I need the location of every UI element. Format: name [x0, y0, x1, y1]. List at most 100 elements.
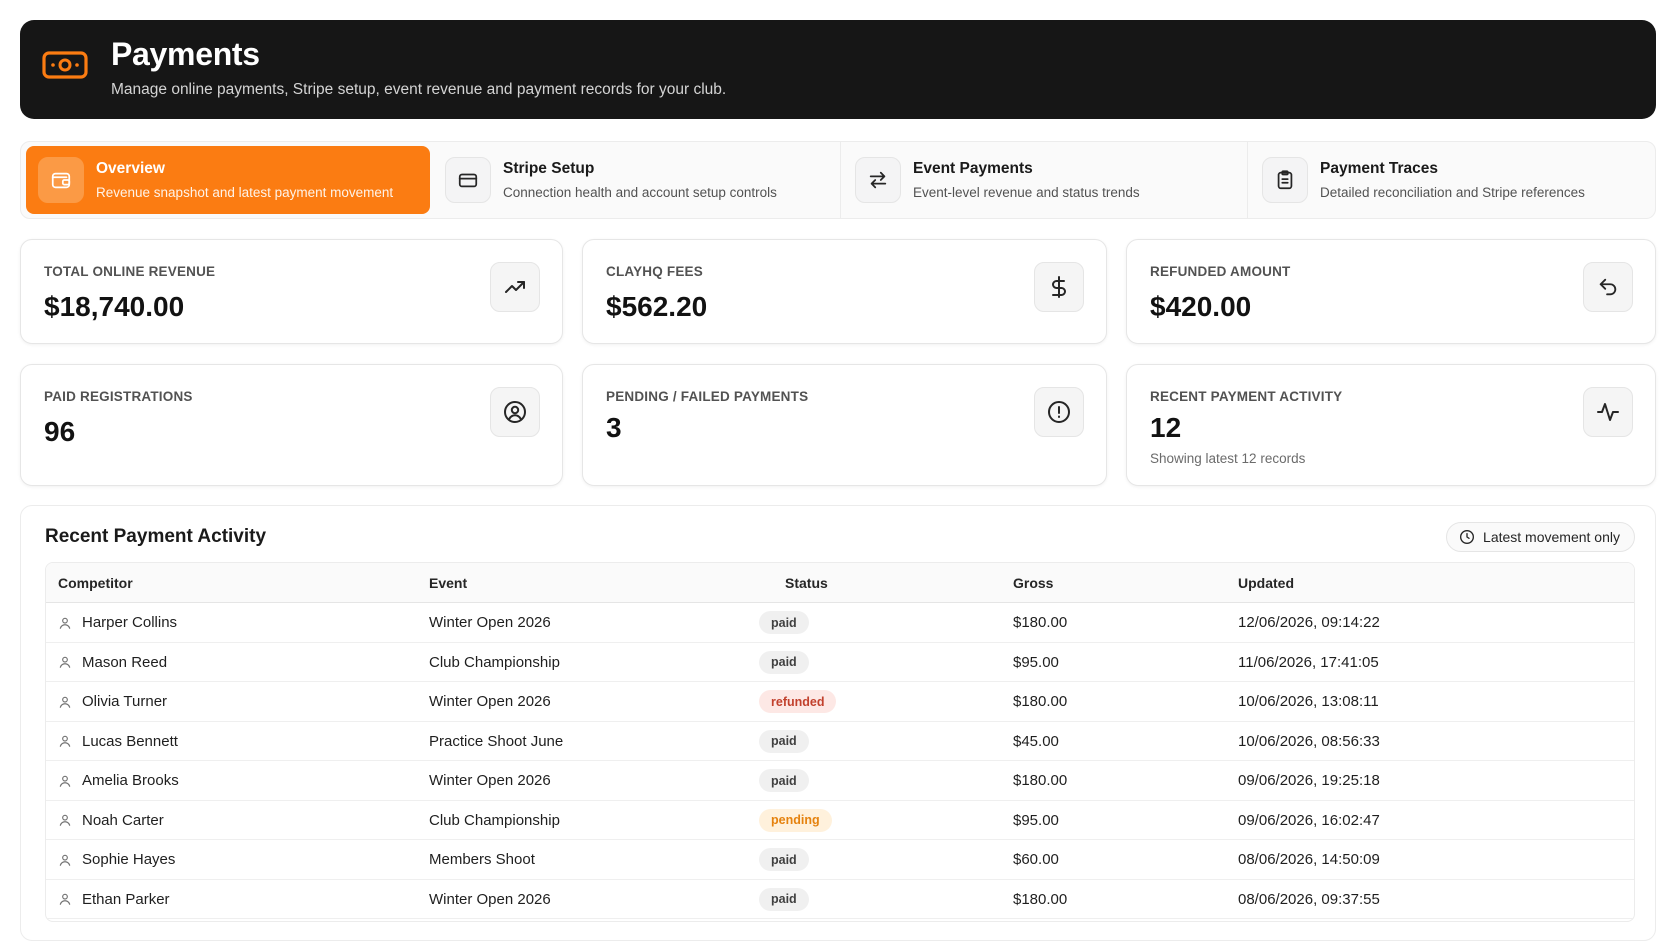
- person-icon: [58, 734, 72, 748]
- stat-card-clayhq-fees: CLAYHQ FEES $562.20: [582, 239, 1107, 344]
- table-row[interactable]: Mason Reed Club Championship paid $95.00 11/…: [46, 643, 1634, 682]
- status-badge: paid: [759, 887, 809, 911]
- column-header-status[interactable]: Status: [785, 575, 828, 591]
- stat-label: REFUNDED AMOUNT: [1150, 264, 1291, 279]
- updated-cell: 08/06/2026, 09:37:55: [1238, 890, 1380, 908]
- wallet-icon: [38, 157, 84, 203]
- gross-cell: $180.00: [1013, 614, 1068, 631]
- column-header-event[interactable]: Event: [429, 575, 467, 591]
- stat-card-refunded-amount: REFUNDED AMOUNT $420.00: [1126, 239, 1656, 344]
- competitor-name: Harper Collins: [82, 614, 178, 631]
- competitor-cell: Amelia Brooks: [58, 772, 179, 789]
- tab-stripe-setup[interactable]: Stripe Setup Connection health and accou…: [433, 146, 823, 214]
- stat-value: 96: [44, 416, 76, 447]
- updated-cell: 11/06/2026, 17:41:05: [1238, 653, 1379, 671]
- filter-label: Latest movement only: [1483, 529, 1620, 545]
- person-icon: [58, 853, 72, 867]
- table-row[interactable]: Lucas Bennett Practice Shoot June paid $45.…: [46, 722, 1634, 761]
- stat-note: Showing latest 12 records: [1150, 451, 1306, 466]
- table-body: Harper Collins Winter Open 2026 paid $180.0…: [46, 603, 1634, 919]
- competitor-cell: Olivia Turner: [58, 693, 167, 710]
- stat-value: 12: [1150, 412, 1182, 443]
- person-icon: [58, 695, 72, 709]
- person-icon: [58, 774, 72, 788]
- column-header-competitor[interactable]: Competitor: [58, 575, 133, 591]
- column-header-gross[interactable]: Gross: [1013, 575, 1053, 591]
- status-badge: pending: [759, 808, 832, 832]
- event-cell: Practice Shoot June: [429, 732, 564, 750]
- competitor-cell: Sophie Hayes: [58, 851, 175, 868]
- updated-cell: 10/06/2026, 13:08:11: [1238, 693, 1379, 710]
- updated-cell: 09/06/2026, 19:25:18: [1238, 772, 1380, 789]
- table-row[interactable]: Harper Collins Winter Open 2026 paid $180.0…: [46, 603, 1634, 643]
- table-row[interactable]: Olivia Turner Winter Open 2026 refunded $18…: [46, 682, 1634, 722]
- trending-up-icon: [490, 262, 540, 312]
- stat-value: $420.00: [1150, 291, 1252, 322]
- tab-label: Payment Traces: [1320, 160, 1439, 177]
- dollar-icon: [1034, 262, 1084, 312]
- tab-label: Stripe Setup: [503, 160, 595, 177]
- event-cell: Winter Open 2026: [429, 890, 551, 908]
- updated-cell: 08/06/2026, 14:50:09: [1238, 851, 1380, 868]
- stat-value: $18,740.00: [44, 291, 185, 322]
- competitor-name: Ethan Parker: [82, 890, 170, 908]
- competitor-cell: Ethan Parker: [58, 891, 170, 908]
- gross-cell: $180.00: [1013, 772, 1068, 789]
- table-row[interactable]: Noah Carter Club Championship pending $95.0…: [46, 801, 1634, 840]
- competitor-name: Noah Carter: [82, 811, 164, 829]
- tab-payment-traces[interactable]: Payment Traces Detailed reconciliation a…: [1250, 146, 1650, 214]
- event-cell: Club Championship: [429, 653, 560, 671]
- latest-movement-filter[interactable]: Latest movement only: [1446, 522, 1635, 552]
- arrows-swap-icon: [855, 157, 901, 203]
- tab-overview[interactable]: Overview Revenue snapshot and latest pay…: [26, 146, 430, 214]
- page-header: Payments Manage online payments, Stripe …: [20, 20, 1656, 119]
- competitor-cell: Lucas Bennett: [58, 733, 178, 750]
- column-header-updated[interactable]: Updated: [1238, 575, 1294, 591]
- recent-activity-panel: Recent Payment Activity Latest movement …: [20, 505, 1656, 941]
- stat-card-total-revenue: TOTAL ONLINE REVENUE $18,740.00: [20, 239, 563, 344]
- tab-description: Revenue snapshot and latest payment move…: [96, 185, 394, 200]
- status-badge: refunded: [759, 690, 837, 713]
- status-badge: paid: [759, 650, 809, 674]
- event-cell: Winter Open 2026: [429, 614, 551, 631]
- competitor-cell: Mason Reed: [58, 654, 167, 671]
- stat-value: 3: [606, 412, 622, 443]
- section-tabs: Overview Revenue snapshot and latest pay…: [20, 141, 1656, 219]
- gross-cell: $95.00: [1013, 811, 1059, 829]
- person-icon: [58, 616, 72, 630]
- person-icon: [58, 655, 72, 669]
- tab-divider: [1247, 142, 1248, 218]
- table-row[interactable]: Amelia Brooks Winter Open 2026 paid $180.00…: [46, 761, 1634, 801]
- event-cell: Winter Open 2026: [429, 772, 551, 789]
- status-badge: paid: [759, 769, 809, 792]
- clipboard-icon: [1262, 157, 1308, 203]
- payments-table: Competitor Event Status Gross Updated Ha…: [45, 562, 1635, 922]
- tab-label: Overview: [96, 160, 165, 177]
- tab-description: Detailed reconciliation and Stripe refer…: [1320, 185, 1585, 200]
- table-row[interactable]: Ethan Parker Winter Open 2026 paid $180.00 0…: [46, 880, 1634, 919]
- alert-circle-icon: [1034, 387, 1084, 437]
- gross-cell: $180.00: [1013, 890, 1068, 908]
- competitor-cell: Harper Collins: [58, 614, 177, 631]
- tab-event-payments[interactable]: Event Payments Event-level revenue and s…: [843, 146, 1243, 214]
- page-title: Payments: [111, 36, 260, 72]
- section-title: Recent Payment Activity: [45, 526, 267, 547]
- updated-cell: 09/06/2026, 16:02:47: [1238, 811, 1380, 829]
- tab-description: Connection health and account setup cont…: [503, 185, 777, 200]
- tab-description: Event-level revenue and status trends: [913, 185, 1140, 200]
- cash-icon: [42, 51, 88, 79]
- status-badge: paid: [759, 848, 809, 871]
- status-badge: paid: [759, 611, 809, 634]
- stat-value: $562.20: [606, 291, 708, 322]
- gross-cell: $60.00: [1013, 851, 1059, 868]
- table-row[interactable]: Sophie Hayes Members Shoot paid $60.00 08/06…: [46, 840, 1634, 880]
- stat-label: CLAYHQ FEES: [606, 264, 703, 279]
- event-cell: Winter Open 2026: [429, 693, 551, 710]
- competitor-name: Mason Reed: [82, 653, 168, 671]
- tab-divider: [840, 142, 841, 218]
- updated-cell: 12/06/2026, 09:14:22: [1238, 614, 1380, 631]
- competitor-name: Olivia Turner: [82, 693, 168, 710]
- gross-cell: $95.00: [1013, 653, 1059, 671]
- updated-cell: 10/06/2026, 08:56:33: [1238, 732, 1380, 750]
- stat-label: PAID REGISTRATIONS: [44, 389, 193, 404]
